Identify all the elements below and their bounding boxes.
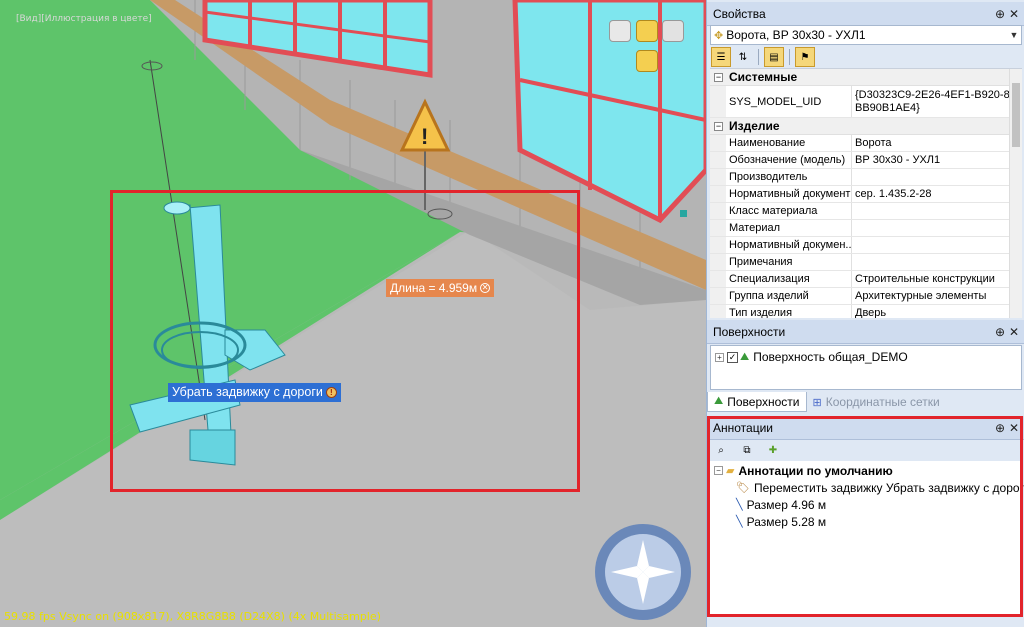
task-label-text: Убрать задвижку с дороги [172, 385, 323, 399]
paint-icon[interactable] [636, 50, 658, 72]
info-icon[interactable]: ! [325, 387, 337, 398]
property-key: Материал [726, 220, 852, 236]
annotations-highlight [707, 416, 1023, 617]
surface-label: Поверхность общая_DEMO [753, 350, 908, 364]
property-row[interactable]: Класс материала [710, 203, 1022, 220]
3d-viewport[interactable]: ! [Вид][Иллюстрация в цвете] Длина = 4.9… [0, 0, 706, 627]
property-row[interactable]: Обозначение (модель) ВР 30x30 - УХЛ1 [710, 152, 1022, 169]
property-row[interactable]: Тип изделия Дверь [710, 305, 1022, 318]
object-select-value: Ворота, ВР 30x30 - УХЛ1 [726, 28, 866, 42]
tab-label: Координатные сетки [825, 395, 940, 409]
chevron-down-icon[interactable]: ▼ [1007, 30, 1021, 40]
property-row[interactable]: Специализация Строительные конструкции [710, 271, 1022, 288]
property-row[interactable]: Материал [710, 220, 1022, 237]
property-key: Группа изделий [726, 288, 852, 304]
surface-icon: ⛰ [714, 395, 724, 407]
section-title: Изделие [729, 119, 780, 133]
pin-icon[interactable]: ⊕ [993, 325, 1007, 339]
cursor-icon[interactable] [662, 20, 684, 42]
expand-icon[interactable]: + [715, 352, 724, 362]
property-value[interactable] [852, 237, 1022, 253]
property-row[interactable]: Примечания [710, 254, 1022, 271]
length-label-text: Длина = 4.959м [390, 281, 478, 295]
viewport-caption: [Вид][Иллюстрация в цвете] [16, 14, 152, 24]
tab-label: Поверхности [727, 394, 800, 409]
grid-icon: ⊞ [812, 396, 822, 409]
property-value[interactable]: Строительные конструкции [852, 271, 1022, 287]
layers-icon[interactable] [636, 20, 658, 42]
events-icon[interactable]: ⚑ [795, 47, 815, 67]
surfaces-tabs: ⛰ Поверхности ⊞ Координатные сетки [707, 392, 1024, 414]
property-value[interactable] [852, 203, 1022, 219]
svg-text:!: ! [421, 124, 428, 149]
property-key: Примечания [726, 254, 852, 270]
close-icon[interactable]: ✕ [1007, 325, 1021, 339]
compass[interactable] [595, 524, 691, 620]
property-row[interactable]: Наименование Ворота [710, 135, 1022, 152]
checkbox[interactable]: ✓ [727, 351, 738, 363]
section-product[interactable]: − Изделие [710, 118, 1022, 135]
section-title: Системные [729, 70, 798, 84]
property-value[interactable]: Архитектурные элементы [852, 288, 1022, 304]
property-key: Обозначение (модель) [726, 152, 852, 168]
properties-panel-header: Свойства ⊕ ✕ [707, 2, 1024, 26]
length-label[interactable]: Длина = 4.959м ✕ [386, 279, 495, 297]
tree-item[interactable]: + ✓ ⛰ Поверхность общая_DEMO [711, 348, 1021, 366]
property-row[interactable]: Производитель [710, 169, 1022, 186]
section-system[interactable]: − Системные [710, 69, 1022, 86]
surfaces-panel-header: Поверхности ⊕ ✕ [707, 320, 1024, 344]
properties-title: Свойства [713, 6, 766, 21]
property-key: Специализация [726, 271, 852, 287]
pin-icon[interactable]: ⊕ [993, 7, 1007, 21]
property-key: Нормативный докумен... [726, 237, 852, 253]
properties-icon[interactable]: ▤ [764, 47, 784, 67]
collapse-icon[interactable]: − [714, 121, 723, 131]
property-row[interactable]: Нормативный докумен... [710, 237, 1022, 254]
property-row[interactable]: SYS_MODEL_UID {D30323C9-2E26-4EF1-B920-8… [710, 86, 1022, 118]
selection-highlight [110, 190, 580, 492]
property-value[interactable]: Дверь [852, 305, 1022, 319]
property-grid[interactable]: − Системные SYS_MODEL_UID {D30323C9-2E26… [710, 68, 1022, 318]
property-key: Наименование [726, 135, 852, 151]
categorized-icon[interactable]: ☰ [711, 47, 731, 67]
object-select[interactable]: ✥ Ворота, ВР 30x30 - УХЛ1 ▼ [710, 25, 1022, 45]
surfaces-tree[interactable]: + ✓ ⛰ Поверхность общая_DEMO [710, 345, 1022, 390]
property-row[interactable]: Нормативный документ сер. 1.435.2-28 [710, 186, 1022, 203]
tab-surfaces[interactable]: ⛰ Поверхности [707, 392, 807, 412]
property-row[interactable]: Группа изделий Архитектурные элементы [710, 288, 1022, 305]
collapse-icon[interactable]: − [714, 72, 723, 82]
property-value[interactable]: Ворота [852, 135, 1022, 151]
property-key: SYS_MODEL_UID [726, 86, 852, 117]
sort-alpha-icon[interactable]: ⇅ [733, 47, 753, 67]
property-value[interactable]: {D30323C9-2E26-4EF1-B920-814 BB90B1AE4} [852, 86, 1022, 117]
camera-icon[interactable] [609, 20, 631, 42]
property-value[interactable]: сер. 1.435.2-28 [852, 186, 1022, 202]
task-label[interactable]: Убрать задвижку с дороги ! [168, 383, 341, 402]
property-value[interactable] [852, 169, 1022, 185]
scrollbar-thumb[interactable] [1012, 83, 1020, 147]
property-key: Класс материала [726, 203, 852, 219]
surface-icon: ⛰ [740, 350, 750, 363]
scrollbar[interactable] [1009, 69, 1022, 318]
close-icon[interactable]: ✕ [1007, 7, 1021, 21]
property-value[interactable] [852, 254, 1022, 270]
property-value[interactable] [852, 220, 1022, 236]
property-key: Нормативный документ [726, 186, 852, 202]
property-value[interactable]: ВР 30x30 - УХЛ1 [852, 152, 1022, 168]
tab-grids[interactable]: ⊞ Координатные сетки [807, 392, 946, 412]
surfaces-title: Поверхности [713, 324, 786, 339]
status-line: 59.98 fps Vsync on (908x817), X8R8G8B8 (… [4, 610, 381, 623]
property-key: Тип изделия [726, 305, 852, 318]
gate-icon: ✥ [714, 29, 724, 42]
properties-toolbar: ☰ ⇅ ▤ ⚑ [707, 46, 1024, 68]
close-icon[interactable]: ✕ [480, 283, 491, 293]
property-key: Производитель [726, 169, 852, 185]
